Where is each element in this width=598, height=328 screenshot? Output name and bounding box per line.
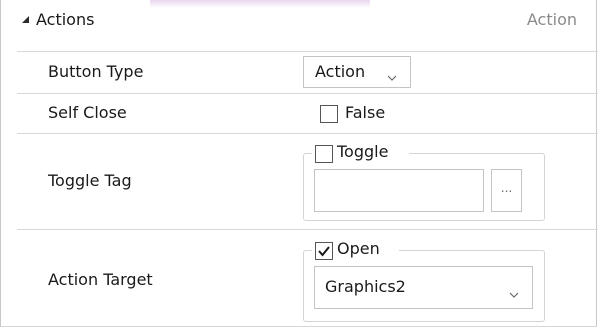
self-close-value: False	[345, 103, 386, 122]
action-target-dropdown[interactable]: Graphics2	[314, 266, 533, 309]
action-target-label: Action Target	[48, 270, 153, 289]
toggle-checkbox-label: Toggle	[337, 142, 389, 161]
open-checkbox[interactable]	[315, 242, 333, 260]
property-row-action-target: Action Target Graphics2 Open	[17, 229, 598, 327]
property-row-toggle-tag: Toggle Tag ... Toggle	[17, 133, 598, 229]
section-category: Action	[526, 10, 577, 29]
actions-section-header[interactable]: Actions Action	[0, 0, 598, 40]
self-close-checkbox[interactable]	[320, 105, 338, 123]
property-row-self-close: Self Close False	[17, 93, 598, 133]
toggle-tag-browse-button[interactable]: ...	[491, 169, 522, 212]
toggle-tag-input[interactable]	[314, 169, 484, 212]
checkmark-icon	[318, 246, 330, 257]
section-title: Actions	[36, 10, 95, 29]
toggle-checkbox[interactable]	[315, 145, 333, 163]
chevron-down-icon	[387, 67, 397, 86]
open-legend: Open	[312, 239, 399, 261]
action-target-value: Graphics2	[325, 277, 406, 296]
button-type-value: Action	[315, 62, 366, 81]
open-checkbox-label: Open	[337, 239, 380, 258]
collapse-triangle-icon[interactable]	[22, 16, 29, 23]
chevron-down-icon	[509, 284, 519, 303]
toggle-legend: Toggle	[312, 142, 409, 164]
button-type-label: Button Type	[48, 62, 144, 81]
self-close-label: Self Close	[48, 103, 127, 122]
button-type-dropdown[interactable]: Action	[303, 56, 411, 88]
toggle-tag-label: Toggle Tag	[48, 171, 132, 190]
property-row-button-type: Button Type Action	[17, 51, 598, 93]
